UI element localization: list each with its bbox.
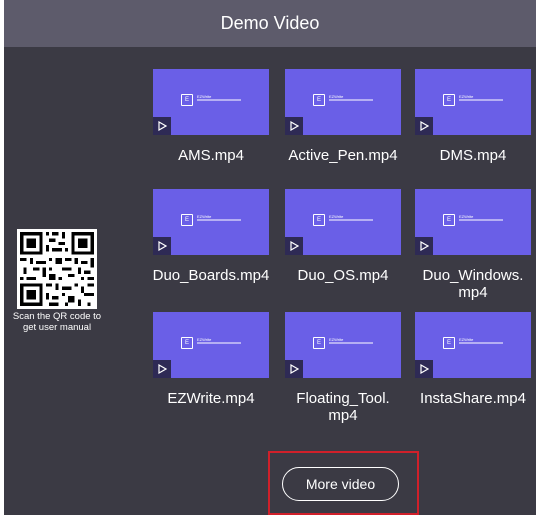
ezwrite-logo: E EZWrite bbox=[181, 214, 241, 228]
ezwrite-logo: E EZWrite bbox=[313, 214, 373, 228]
play-icon[interactable] bbox=[415, 117, 433, 135]
video-tile[interactable]: E EZWrite Duo_OS.mp4 bbox=[285, 189, 401, 284]
video-thumbnail[interactable]: E EZWrite bbox=[153, 312, 269, 378]
ezwrite-logo: E EZWrite bbox=[181, 94, 241, 108]
video-label: EZWrite.mp4 bbox=[167, 390, 255, 407]
video-label: AMS.mp4 bbox=[178, 147, 244, 164]
qr-section: Scan the QR code to get user manual bbox=[10, 229, 104, 339]
video-tile[interactable]: E EZWrite Active_Pen.mp4 bbox=[285, 69, 401, 164]
more-video-button[interactable]: More video bbox=[282, 467, 399, 501]
video-thumbnail[interactable]: E EZWrite bbox=[285, 189, 401, 255]
ezwrite-logo: E EZWrite bbox=[313, 94, 373, 108]
video-thumbnail[interactable]: E EZWrite bbox=[415, 312, 531, 378]
ezwrite-logo: E EZWrite bbox=[443, 337, 503, 351]
video-label: Duo_Windows. mp4 bbox=[422, 267, 524, 301]
video-label: Duo_Boards.mp4 bbox=[152, 267, 270, 284]
video-tile[interactable]: E EZWrite AMS.mp4 bbox=[153, 69, 269, 164]
video-tile[interactable]: E EZWrite InstaShare.mp4 bbox=[415, 312, 531, 407]
ezwrite-logo: E EZWrite bbox=[443, 94, 503, 108]
video-label: Duo_OS.mp4 bbox=[297, 267, 389, 284]
video-thumbnail[interactable]: E EZWrite bbox=[153, 189, 269, 255]
video-tile[interactable]: E EZWrite EZWrite.mp4 bbox=[153, 312, 269, 407]
play-icon[interactable] bbox=[415, 237, 433, 255]
play-icon[interactable] bbox=[415, 360, 433, 378]
video-label: Active_Pen.mp4 bbox=[288, 147, 398, 164]
video-thumbnail[interactable]: E EZWrite bbox=[153, 69, 269, 135]
video-thumbnail[interactable]: E EZWrite bbox=[285, 69, 401, 135]
title-bar: Demo Video bbox=[4, 0, 536, 47]
qr-caption: Scan the QR code to get user manual bbox=[12, 311, 102, 333]
video-tile[interactable]: E EZWrite Duo_Boards.mp4 bbox=[153, 189, 269, 284]
page-title: Demo Video bbox=[220, 13, 320, 33]
play-icon[interactable] bbox=[285, 117, 303, 135]
qr-code-icon bbox=[17, 229, 97, 309]
play-icon[interactable] bbox=[153, 117, 171, 135]
video-tile[interactable]: E EZWrite Floating_Tool. mp4 bbox=[285, 312, 401, 424]
video-label: InstaShare.mp4 bbox=[420, 390, 526, 407]
play-icon[interactable] bbox=[153, 237, 171, 255]
ezwrite-logo: E EZWrite bbox=[181, 337, 241, 351]
play-icon[interactable] bbox=[285, 237, 303, 255]
play-icon[interactable] bbox=[153, 360, 171, 378]
video-thumbnail[interactable]: E EZWrite bbox=[285, 312, 401, 378]
video-label: Floating_Tool. mp4 bbox=[296, 390, 390, 424]
video-tile[interactable]: E EZWrite Duo_Windows. mp4 bbox=[415, 189, 531, 301]
ezwrite-logo: E EZWrite bbox=[443, 214, 503, 228]
play-icon[interactable] bbox=[285, 360, 303, 378]
video-label: DMS.mp4 bbox=[439, 147, 507, 164]
video-thumbnail[interactable]: E EZWrite bbox=[415, 189, 531, 255]
ezwrite-logo: E EZWrite bbox=[313, 337, 373, 351]
video-tile[interactable]: E EZWrite DMS.mp4 bbox=[415, 69, 531, 164]
video-thumbnail[interactable]: E EZWrite bbox=[415, 69, 531, 135]
demo-video-window: Demo Video Scan the QR code to get user … bbox=[0, 0, 540, 515]
